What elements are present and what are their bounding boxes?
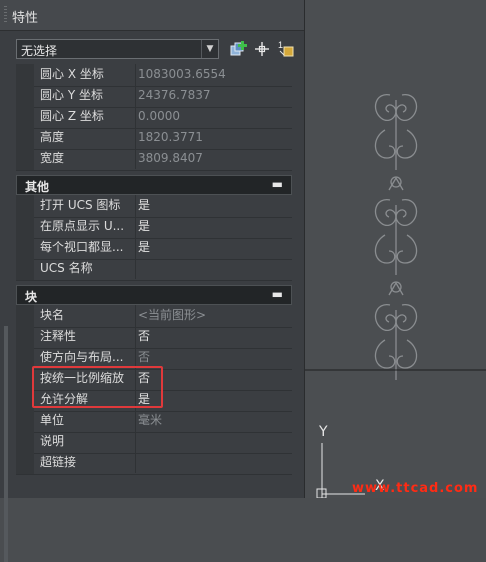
collapse-icon[interactable]: ▬: [272, 287, 283, 301]
quick-select-icon[interactable]: [228, 39, 248, 59]
property-row-height[interactable]: 高度 1820.3771: [16, 127, 292, 150]
property-label: 说明: [40, 434, 65, 448]
ornament-drawing: [305, 94, 486, 499]
property-row-description[interactable]: 说明: [16, 431, 292, 454]
property-value: 1820.3771: [135, 127, 295, 148]
property-row-block-name[interactable]: 块名 <当前图形>: [16, 305, 292, 328]
property-label: 块名: [40, 308, 65, 322]
property-row-hyperlink[interactable]: 超链接: [16, 452, 292, 475]
properties-panel: 特性 无选择 ▼ 1 圆心 X 坐标 1083003.6554 圆心 Y 坐标 …: [0, 0, 305, 562]
dropdown-value: 无选择: [21, 44, 58, 58]
property-row-annotative[interactable]: 注释性 否: [16, 326, 292, 349]
property-row-center-x[interactable]: 圆心 X 坐标 1083003.6554: [16, 64, 292, 87]
property-label: 每个视口都显...: [40, 240, 124, 254]
panel-title-bar[interactable]: 特性: [0, 0, 304, 31]
property-value: 否: [135, 347, 295, 368]
property-value[interactable]: [135, 431, 295, 452]
property-value[interactable]: 是: [135, 195, 295, 216]
chevron-down-icon[interactable]: ▼: [201, 40, 218, 58]
select-objects-icon[interactable]: [252, 39, 272, 59]
property-label: 圆心 X 坐标: [40, 67, 104, 81]
object-type-dropdown[interactable]: 无选择 ▼: [16, 39, 219, 59]
property-value: 毫米: [135, 410, 295, 431]
ucs-y-label: Y: [319, 424, 328, 440]
collapse-icon[interactable]: ▬: [272, 177, 283, 191]
property-label: 单位: [40, 413, 65, 427]
panel-title: 特性: [12, 11, 39, 26]
property-value: 0.0000: [135, 106, 295, 127]
drag-grip-icon[interactable]: [4, 6, 7, 22]
property-label: 高度: [40, 130, 65, 144]
property-value[interactable]: [135, 258, 295, 279]
property-label: 在原点显示 U...: [40, 219, 125, 233]
drawing-canvas[interactable]: Y X: [305, 0, 486, 499]
property-label: 宽度: [40, 151, 65, 165]
property-row-center-z[interactable]: 圆心 Z 坐标 0.0000: [16, 106, 292, 129]
property-value: 3809.8407: [135, 148, 295, 169]
property-value[interactable]: [135, 452, 295, 473]
section-header-other[interactable]: 其他 ▬: [16, 175, 292, 195]
property-label: 圆心 Y 坐标: [40, 88, 103, 102]
watermark-text: www.ttcad.com: [352, 481, 479, 496]
highlight-box: [32, 366, 163, 408]
property-row-ucs-at-origin[interactable]: 在原点显示 U... 是: [16, 216, 292, 239]
property-label: 使方向与布局...: [40, 350, 124, 364]
property-value: 24376.7837: [135, 85, 295, 106]
section-title: 块: [25, 290, 38, 304]
property-label: 打开 UCS 图标: [40, 198, 121, 212]
property-row-ucs-name[interactable]: UCS 名称: [16, 258, 292, 281]
svg-text:1: 1: [278, 40, 283, 50]
property-label: 超链接: [40, 455, 77, 469]
scrollbar-thumb[interactable]: [4, 326, 8, 562]
property-row-units[interactable]: 单位 毫米: [16, 410, 292, 433]
property-row-width[interactable]: 宽度 3809.8407: [16, 148, 292, 171]
property-label: 圆心 Z 坐标: [40, 109, 104, 123]
property-row-ucs-per-viewport[interactable]: 每个视口都显... 是: [16, 237, 292, 260]
property-label: 注释性: [40, 329, 77, 343]
property-value[interactable]: 是: [135, 237, 295, 258]
property-value: <当前图形>: [135, 305, 295, 326]
property-label: UCS 名称: [40, 261, 93, 275]
scrollbar[interactable]: [2, 64, 10, 562]
property-row-center-y[interactable]: 圆心 Y 坐标 24376.7837: [16, 85, 292, 108]
decorative-scroll-pattern: [374, 94, 418, 380]
toggle-pickadd-icon[interactable]: 1: [276, 39, 296, 59]
section-header-block[interactable]: 块 ▬: [16, 285, 292, 305]
property-grid: 圆心 X 坐标 1083003.6554 圆心 Y 坐标 24376.7837 …: [16, 64, 292, 486]
property-value: 1083003.6554: [135, 64, 295, 85]
property-row-ucs-icon-on[interactable]: 打开 UCS 图标 是: [16, 195, 292, 218]
property-value[interactable]: 否: [135, 326, 295, 347]
property-value[interactable]: 是: [135, 216, 295, 237]
section-title: 其他: [25, 180, 50, 194]
